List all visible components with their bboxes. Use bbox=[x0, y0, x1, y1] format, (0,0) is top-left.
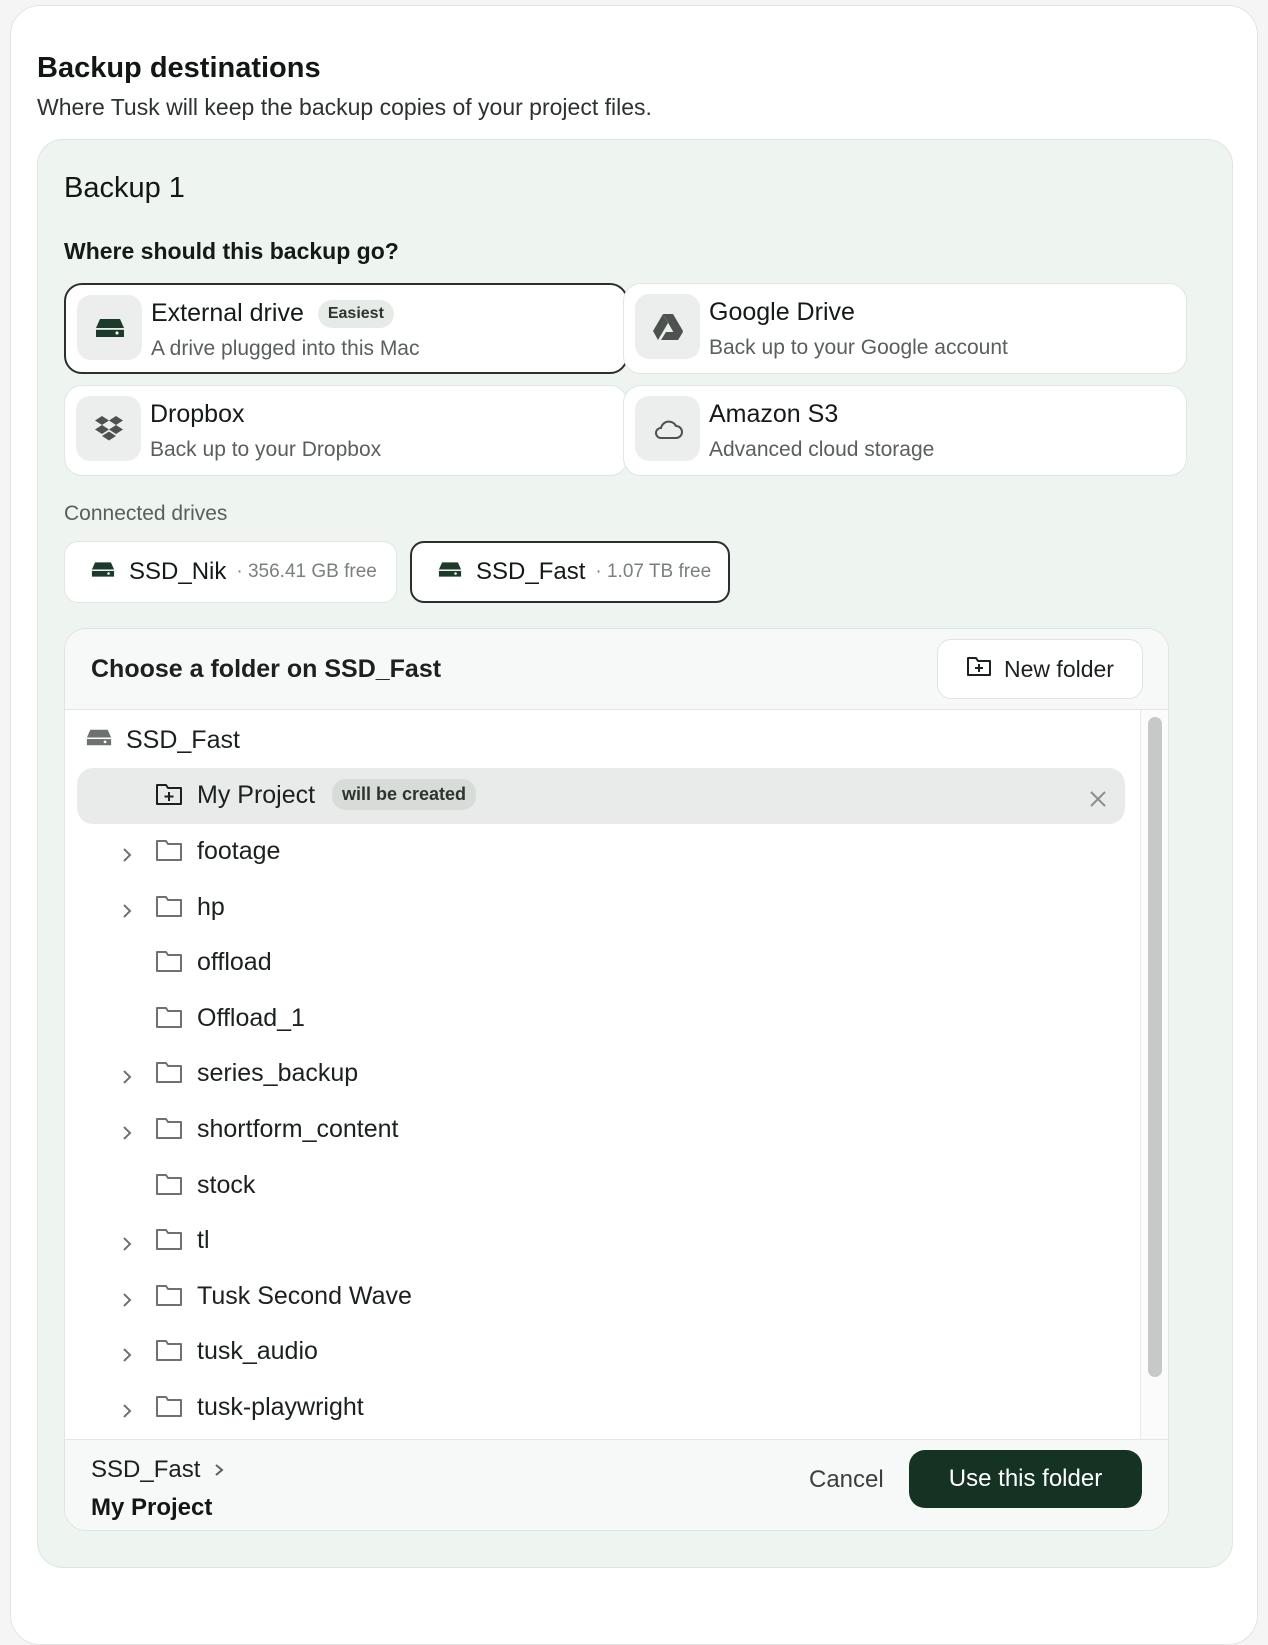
drive-icon bbox=[77, 295, 142, 360]
backup-title: Backup 1 bbox=[64, 172, 185, 204]
use-this-folder-button[interactable]: Use this folder bbox=[909, 1450, 1142, 1508]
folder-picker-footer: SSD_Fast My Project Cancel Use this fold… bbox=[65, 1439, 1168, 1530]
connected-drives-label: Connected drives bbox=[64, 502, 228, 525]
chevron-right-icon[interactable] bbox=[121, 1287, 133, 1316]
tree-row[interactable]: series_backup bbox=[77, 1046, 1125, 1102]
folder-icon bbox=[155, 1338, 183, 1369]
folder-icon bbox=[155, 1394, 183, 1425]
folder-name: offload bbox=[197, 948, 272, 977]
drive-name: SSD_Nik bbox=[129, 558, 227, 585]
chevron-right-icon[interactable] bbox=[121, 1064, 133, 1093]
tree-row[interactable]: Offload_1 bbox=[77, 991, 1125, 1047]
tree-row[interactable]: offload bbox=[77, 935, 1125, 991]
tree-row[interactable]: tl bbox=[77, 1213, 1125, 1269]
folder-icon bbox=[155, 1172, 183, 1203]
new-folder-label: New folder bbox=[1004, 655, 1114, 682]
drive-name: SSD_Fast bbox=[476, 558, 586, 585]
will-be-created-badge: will be created bbox=[332, 779, 477, 810]
chevron-right-icon[interactable] bbox=[121, 898, 133, 927]
chevron-right-icon[interactable] bbox=[121, 842, 133, 871]
folder-name: tusk_audio bbox=[197, 1337, 318, 1366]
folder-icon bbox=[155, 949, 183, 980]
dropbox-icon bbox=[76, 396, 141, 461]
cloud-icon bbox=[635, 396, 700, 461]
tree-row[interactable]: Tusk Second Wave bbox=[77, 1269, 1125, 1325]
backup-card: Backup 1 Where should this backup go? Ex… bbox=[37, 139, 1233, 1568]
folder-name: Offload_1 bbox=[197, 1003, 305, 1032]
destination-amazon-s3[interactable]: Amazon S3 Advanced cloud storage bbox=[623, 385, 1187, 476]
folder-name: tusk-playwright bbox=[197, 1393, 364, 1421]
folder-icon bbox=[155, 838, 183, 869]
folder-plus-icon bbox=[966, 655, 992, 683]
folder-picker-header: Choose a folder on SSD_Fast New folder bbox=[65, 629, 1168, 710]
folder-icon bbox=[155, 1283, 183, 1314]
tree-root[interactable]: SSD_Fast bbox=[86, 724, 240, 756]
destination-dropbox[interactable]: Dropbox Back up to your Dropbox bbox=[64, 385, 628, 476]
chevron-right-icon[interactable] bbox=[121, 1398, 133, 1427]
destination-desc: Advanced cloud storage bbox=[709, 438, 935, 461]
new-folder-button[interactable]: New folder bbox=[937, 639, 1143, 699]
destination-title: External drive bbox=[151, 299, 304, 327]
tree-row[interactable]: footage bbox=[77, 824, 1125, 880]
drive-icon bbox=[91, 560, 115, 584]
tree-row[interactable]: hp bbox=[77, 880, 1125, 936]
destination-question: Where should this backup go? bbox=[64, 238, 399, 264]
page-subtitle: Where Tusk will keep the backup copies o… bbox=[37, 94, 652, 120]
google-drive-icon bbox=[635, 294, 700, 359]
folder-tree[interactable]: SSD_Fast My Project will be created foot… bbox=[65, 710, 1140, 1439]
folder-name: footage bbox=[197, 837, 281, 865]
folder-name: series_backup bbox=[197, 1059, 359, 1088]
destination-desc: Back up to your Dropbox bbox=[150, 438, 382, 461]
destination-desc: Back up to your Google account bbox=[709, 336, 1008, 359]
destination-title: Dropbox bbox=[150, 400, 245, 428]
scrollbar-thumb[interactable] bbox=[1148, 717, 1162, 1377]
drive-ssd-nik[interactable]: SSD_Nik · 356.41 GB free bbox=[64, 541, 397, 603]
tree-row-pending-folder[interactable]: My Project will be created bbox=[77, 768, 1125, 824]
chevron-right-icon bbox=[214, 1456, 224, 1484]
breadcrumb: SSD_Fast bbox=[91, 1456, 224, 1484]
tree-row[interactable]: shortform_content bbox=[77, 1102, 1125, 1158]
scrollbar[interactable] bbox=[1140, 710, 1168, 1439]
tree-row[interactable]: tusk_audio bbox=[77, 1324, 1125, 1380]
folder-icon bbox=[155, 1227, 183, 1258]
breadcrumb-current-folder: My Project bbox=[91, 1494, 213, 1521]
folder-icon bbox=[155, 1005, 183, 1036]
backup-destinations-panel: Backup destinations Where Tusk will keep… bbox=[10, 5, 1258, 1645]
cancel-button[interactable]: Cancel bbox=[809, 1466, 884, 1494]
folder-icon bbox=[155, 1060, 183, 1091]
folder-name: stock bbox=[197, 1170, 256, 1199]
folder-name: Tusk Second Wave bbox=[197, 1281, 412, 1310]
folder-picker: Choose a folder on SSD_Fast New folder S… bbox=[64, 628, 1169, 1531]
destination-external-drive[interactable]: External drive Easiest A drive plugged in… bbox=[64, 283, 628, 374]
drive-icon bbox=[86, 726, 112, 755]
destination-title: Amazon S3 bbox=[709, 400, 839, 428]
folder-plus-icon bbox=[155, 782, 183, 813]
folder-picker-title: Choose a folder on SSD_Fast bbox=[91, 655, 442, 683]
pending-folder-name: My Project bbox=[197, 781, 316, 809]
folder-name: shortform_content bbox=[197, 1115, 399, 1143]
chevron-right-icon[interactable] bbox=[121, 1120, 133, 1149]
drive-free-space: · 1.07 TB free bbox=[595, 561, 712, 582]
folder-name: hp bbox=[197, 892, 225, 921]
destination-desc: A drive plugged into this Mac bbox=[151, 337, 420, 360]
breadcrumb-drive[interactable]: SSD_Fast bbox=[91, 1456, 200, 1484]
tree-root-label: SSD_Fast bbox=[126, 725, 240, 754]
destination-google-drive[interactable]: Google Drive Back up to your Google acco… bbox=[623, 283, 1187, 374]
folder-name: tl bbox=[197, 1226, 210, 1255]
drive-ssd-fast[interactable]: SSD_Fast · 1.07 TB free bbox=[410, 541, 730, 603]
drive-free-space: · 356.41 GB free bbox=[236, 561, 377, 582]
chevron-right-icon[interactable] bbox=[121, 1231, 133, 1260]
tree-row[interactable]: tusk-playwright bbox=[77, 1380, 1125, 1436]
easiest-badge: Easiest bbox=[317, 299, 394, 328]
tree-row[interactable]: stock bbox=[77, 1158, 1125, 1214]
close-icon[interactable] bbox=[1089, 786, 1107, 815]
destination-title: Google Drive bbox=[709, 298, 855, 326]
drive-icon bbox=[438, 560, 462, 584]
chevron-right-icon[interactable] bbox=[121, 1342, 133, 1371]
folder-icon bbox=[155, 894, 183, 925]
folder-icon bbox=[155, 1116, 183, 1147]
page-title: Backup destinations bbox=[37, 52, 321, 84]
